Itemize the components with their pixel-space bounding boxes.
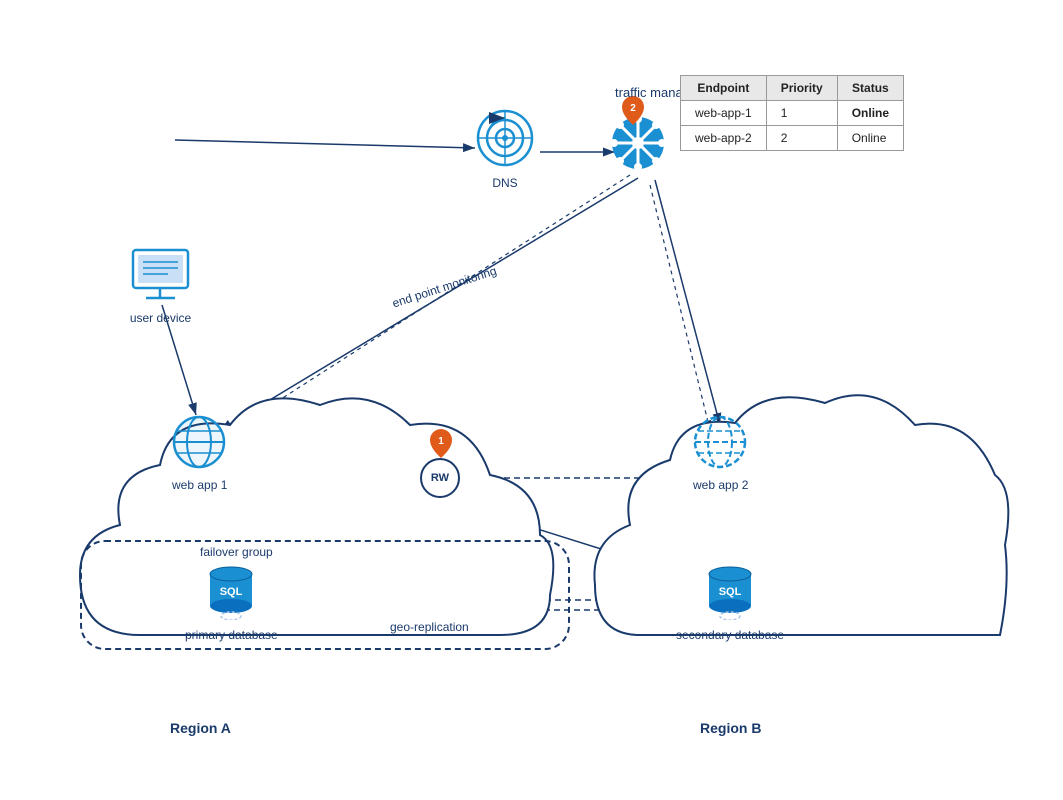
endpoint-monitoring-label: end point monitoring xyxy=(390,264,498,311)
dns-icon-block: DNS xyxy=(475,108,535,190)
dns-icon xyxy=(475,108,535,168)
badge-1: 1 xyxy=(428,428,454,465)
priority-2: 2 xyxy=(766,126,837,151)
sql-primary-icon-block: SQL primary database xyxy=(185,560,278,642)
cloud-region-b xyxy=(580,375,1020,665)
status-2: Online xyxy=(837,126,903,151)
geo-replication-label: geo-replication xyxy=(390,620,469,634)
table-row: web-app-2 2 Online xyxy=(681,126,904,151)
endpoint-2: web-app-2 xyxy=(681,126,767,151)
status-1: Online xyxy=(837,101,903,126)
web-app-2-label: web app 2 xyxy=(693,478,748,492)
web-app-1-icon-block: web app 1 xyxy=(172,415,227,492)
sql-secondary-icon: SQL xyxy=(701,560,759,620)
region-b-label: Region B xyxy=(700,720,761,736)
rw-block: 1 RW xyxy=(420,458,460,498)
web-app-1-label: web app 1 xyxy=(172,478,227,492)
user-device-label: user device xyxy=(128,311,193,325)
endpoint-1: web-app-1 xyxy=(681,101,767,126)
primary-db-label: primary database xyxy=(185,628,278,642)
user-device-icon xyxy=(128,248,193,303)
priority-1: 1 xyxy=(766,101,837,126)
web-app-1-icon xyxy=(172,415,227,470)
user-device-icon-block: user device xyxy=(128,248,193,325)
rw-label: RW xyxy=(431,472,449,484)
svg-text:SQL: SQL xyxy=(220,586,243,598)
svg-text:2: 2 xyxy=(630,103,636,114)
traffic-manager-table: Endpoint Priority Status web-app-1 1 Onl… xyxy=(680,75,904,151)
sql-primary-icon: SQL xyxy=(202,560,260,620)
secondary-db-label: secondary database xyxy=(676,628,784,642)
diagram: DNS 2 xyxy=(0,0,1063,800)
svg-text:SQL: SQL xyxy=(719,586,742,598)
dns-label: DNS xyxy=(475,176,535,190)
svg-text:1: 1 xyxy=(438,436,444,447)
sql-secondary-icon-block: SQL secondary database xyxy=(676,560,784,642)
failover-group-label: failover group xyxy=(200,545,273,559)
table-header-status: Status xyxy=(837,76,903,101)
badge-2: 2 xyxy=(620,95,646,132)
web-app-2-icon xyxy=(693,415,748,470)
failover-group-box xyxy=(80,540,570,650)
table-header-endpoint: Endpoint xyxy=(681,76,767,101)
table-header-priority: Priority xyxy=(766,76,837,101)
cloud-region-b-svg xyxy=(580,375,1020,665)
table-row: web-app-1 1 Online xyxy=(681,101,904,126)
endpoints-table: Endpoint Priority Status web-app-1 1 Onl… xyxy=(680,75,904,151)
web-app-2-icon-block: web app 2 xyxy=(693,415,748,492)
region-a-label: Region A xyxy=(170,720,231,736)
